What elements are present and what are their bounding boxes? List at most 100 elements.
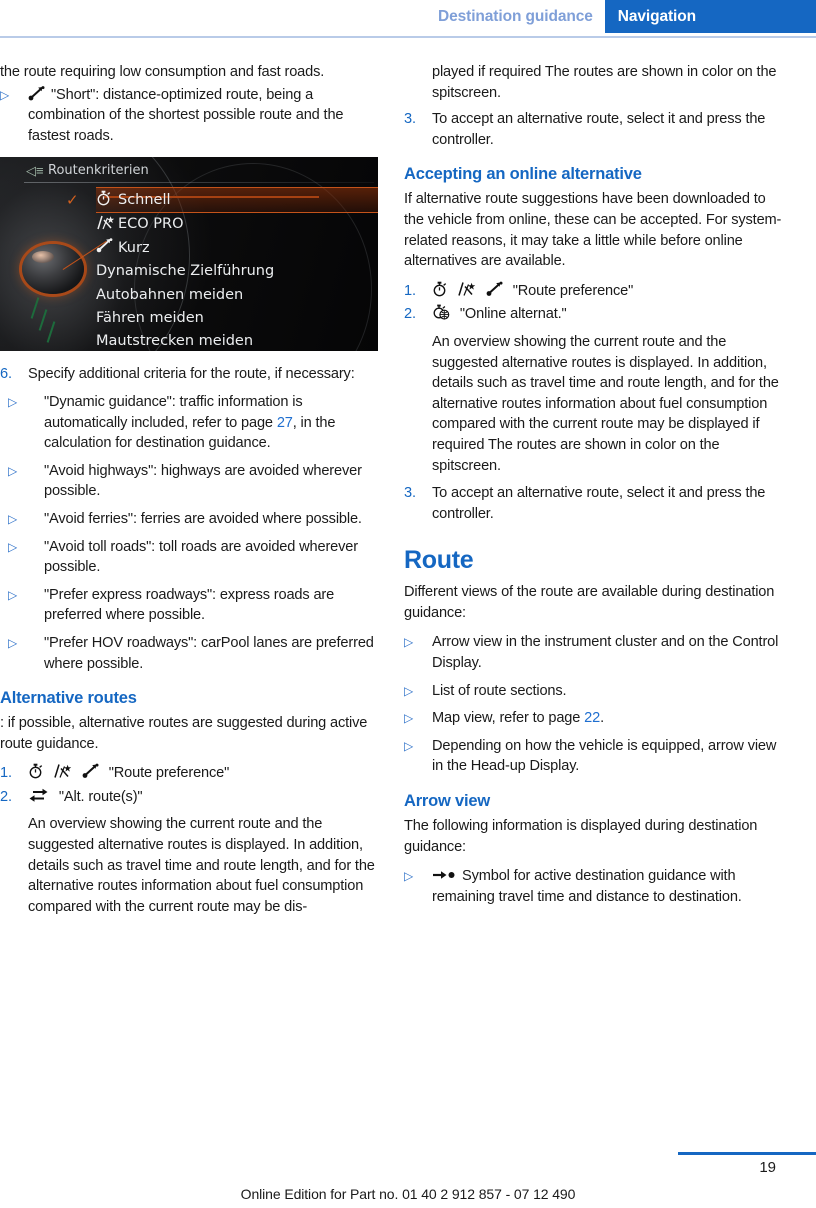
stopwatch-icon [96, 190, 118, 210]
step-number: 1. [404, 282, 416, 299]
list-item: ▷ Symbol for active destination guidance… [404, 866, 782, 907]
list-item: ▷ "Prefer express roadways": express roa… [0, 585, 378, 626]
short-route-bullet-text: "Short": distance-optimized route, being… [28, 85, 344, 144]
page-header: Destination guidance Navigation [0, 0, 816, 33]
numbered-step: 6. Specify additional criteria for the r… [0, 364, 378, 385]
page-reference-link[interactable]: 22 [584, 710, 600, 726]
arrow-view-heading: Arrow view [404, 792, 491, 811]
step-label: "Online alternat." [459, 306, 567, 323]
triangle-bullet-icon: ▷ [404, 635, 414, 650]
list-item: ▷ "Avoid toll roads": toll roads are avo… [0, 537, 378, 578]
list-item: ▷ "Avoid highways": highways are avoided… [0, 461, 378, 502]
triangle-bullet-icon: ▷ [8, 463, 18, 478]
numbered-step: 1. "Route preference" [404, 281, 782, 302]
step-number: 2. [0, 788, 12, 805]
step-text: To accept an alternative route, select i… [432, 485, 766, 522]
list-item: ▷ "Prefer HOV roadways": carPool lanes a… [0, 633, 378, 674]
route-criteria-row-maut[interactable]: Mautstrecken meiden [96, 330, 378, 352]
route-criteria-menu-icon: ◁≡ [26, 163, 44, 179]
numbered-step: 3. To accept an alternative route, selec… [404, 483, 782, 524]
step-number: 3. [404, 111, 416, 128]
list-item: ▷ List of route sections. [404, 681, 782, 702]
triangle-bullet-icon: ▷ [404, 711, 414, 726]
eco-pro-icon [53, 763, 72, 779]
triangle-bullet-icon: ▷ [8, 394, 18, 409]
triangle-bullet-icon: ▷ [8, 539, 18, 554]
route-criteria-label: ECO PRO [118, 216, 184, 233]
list-item: ▷ "Avoid ferries": ferries are avoided w… [0, 509, 378, 530]
arrow-view-intro: The following information is displayed d… [404, 818, 758, 855]
step-number: 1. [0, 765, 12, 782]
header-chapter-label: Destination guidance [438, 7, 593, 25]
step-label: "Route preference" [512, 282, 634, 299]
short-route-icon [28, 85, 45, 101]
numbered-step: 3. To accept an alternative route, selec… [404, 109, 782, 150]
route-criteria-label: Dynamische Zielführung [96, 263, 275, 280]
criteria-avoid-toll-roads-text: "Avoid toll roads": toll roads are avoid… [44, 538, 358, 576]
triangle-bullet-icon: ▷ [0, 87, 10, 102]
figure-title: Routenkriterien [48, 163, 149, 179]
step-number: 2. [404, 306, 416, 323]
step-number: 3. [404, 485, 416, 502]
right-column: played if required The routes are shown … [404, 62, 782, 914]
check-icon: ✓ [66, 191, 79, 210]
page-number: 19 [759, 1158, 776, 1176]
step-text: To accept an alternative route, select i… [432, 111, 766, 148]
step-route-preference: "Route preference" [432, 281, 782, 302]
overview-continued: played if required The routes are shown … [432, 64, 777, 101]
header-section-label: Navigation [604, 0, 816, 33]
route-criteria-row-ecopro[interactable]: ECO PRO [96, 213, 378, 236]
step-route-preference: "Route preference" [28, 763, 378, 784]
idrive-screenshot-figure: ◁≡ Routenkriterien ✓ Schnell ECO PRO Kur… [0, 157, 378, 352]
route-bullet-list-sections: List of route sections. [432, 682, 567, 699]
list-item: ▷ Depending on how the vehicle is equipp… [404, 736, 782, 777]
route-criteria-row-kurz[interactable]: Kurz [96, 236, 378, 259]
stopwatch-icon [432, 281, 447, 297]
route-criteria-row-schnell[interactable]: ✓ Schnell [66, 187, 378, 213]
list-item: ▷ Arrow view in the instrument cluster a… [404, 632, 782, 673]
route-heading: Route [404, 546, 474, 575]
route-bullet-map-view: Map view, refer to page 22. [432, 710, 604, 727]
route-criteria-label: Mautstrecken meiden [96, 333, 254, 350]
arrow-view-bullet: Symbol for active destination guidance w… [432, 868, 742, 905]
route-criteria-row-faehren[interactable]: Fähren meiden [96, 306, 378, 329]
triangle-bullet-icon: ▷ [8, 587, 18, 602]
short-route-icon [82, 763, 99, 779]
route-intro: Different views of the route are availab… [404, 584, 775, 621]
header-divider [0, 36, 816, 38]
page-reference-link[interactable]: 27 [277, 415, 293, 431]
step-label: "Route preference" [108, 765, 230, 782]
route-criteria-row-dynamic[interactable]: Dynamische Zielführung [96, 260, 378, 283]
online-alternative-heading: Accepting an online alternative [404, 165, 642, 184]
destination-guidance-symbol-icon [432, 868, 456, 882]
route-criteria-row-autobahn[interactable]: Autobahnen meiden [96, 283, 378, 306]
alternative-routes-intro: : if possible, alternative routes are su… [0, 715, 368, 752]
stopwatch-icon [28, 763, 43, 779]
continued-paragraph: the route requiring low consumption and … [0, 64, 325, 80]
criteria-prefer-express-text: "Prefer express roadways": express roads… [44, 586, 335, 624]
route-bullet-arrow-view: Arrow view in the instrument cluster and… [432, 634, 779, 672]
numbered-step: 2. "Alt. route(s)" [0, 787, 378, 808]
short-route-icon [486, 281, 503, 297]
route-bullet-head-up-display: Depending on how the vehicle is equipped… [432, 737, 777, 775]
criteria-avoid-highways-text: "Avoid highways": highways are avoided w… [44, 462, 362, 500]
eco-pro-icon [457, 281, 476, 297]
step-online-alternative: "Online alternat." [432, 304, 782, 325]
triangle-bullet-icon: ▷ [8, 635, 18, 650]
figure-title-divider [24, 182, 374, 184]
route-criteria-label: Autobahnen meiden [96, 286, 244, 303]
alternative-routes-heading: Alternative routes [0, 689, 137, 708]
triangle-bullet-icon: ▷ [404, 738, 414, 753]
page-number-box: 19 [678, 1152, 816, 1176]
triangle-bullet-icon: ▷ [8, 511, 18, 526]
numbered-step: 2. "Online alternat." [404, 304, 782, 325]
left-column: the route requiring low consumption and … [0, 62, 378, 925]
criteria-dynamic-guidance-text: "Dynamic guidance": traffic information … [44, 393, 336, 452]
online-overview-paragraph: An overview showing the current route an… [432, 333, 779, 474]
numbered-step: 1. "Route preference" [0, 763, 378, 784]
step-label: "Alt. route(s)" [58, 788, 143, 805]
eco-pro-icon [96, 215, 118, 234]
step-text: Specify additional criteria for the rout… [28, 366, 355, 383]
criteria-avoid-ferries-text: "Avoid ferries": ferries are avoided whe… [44, 510, 362, 527]
step-alt-routes: "Alt. route(s)" [28, 787, 378, 808]
